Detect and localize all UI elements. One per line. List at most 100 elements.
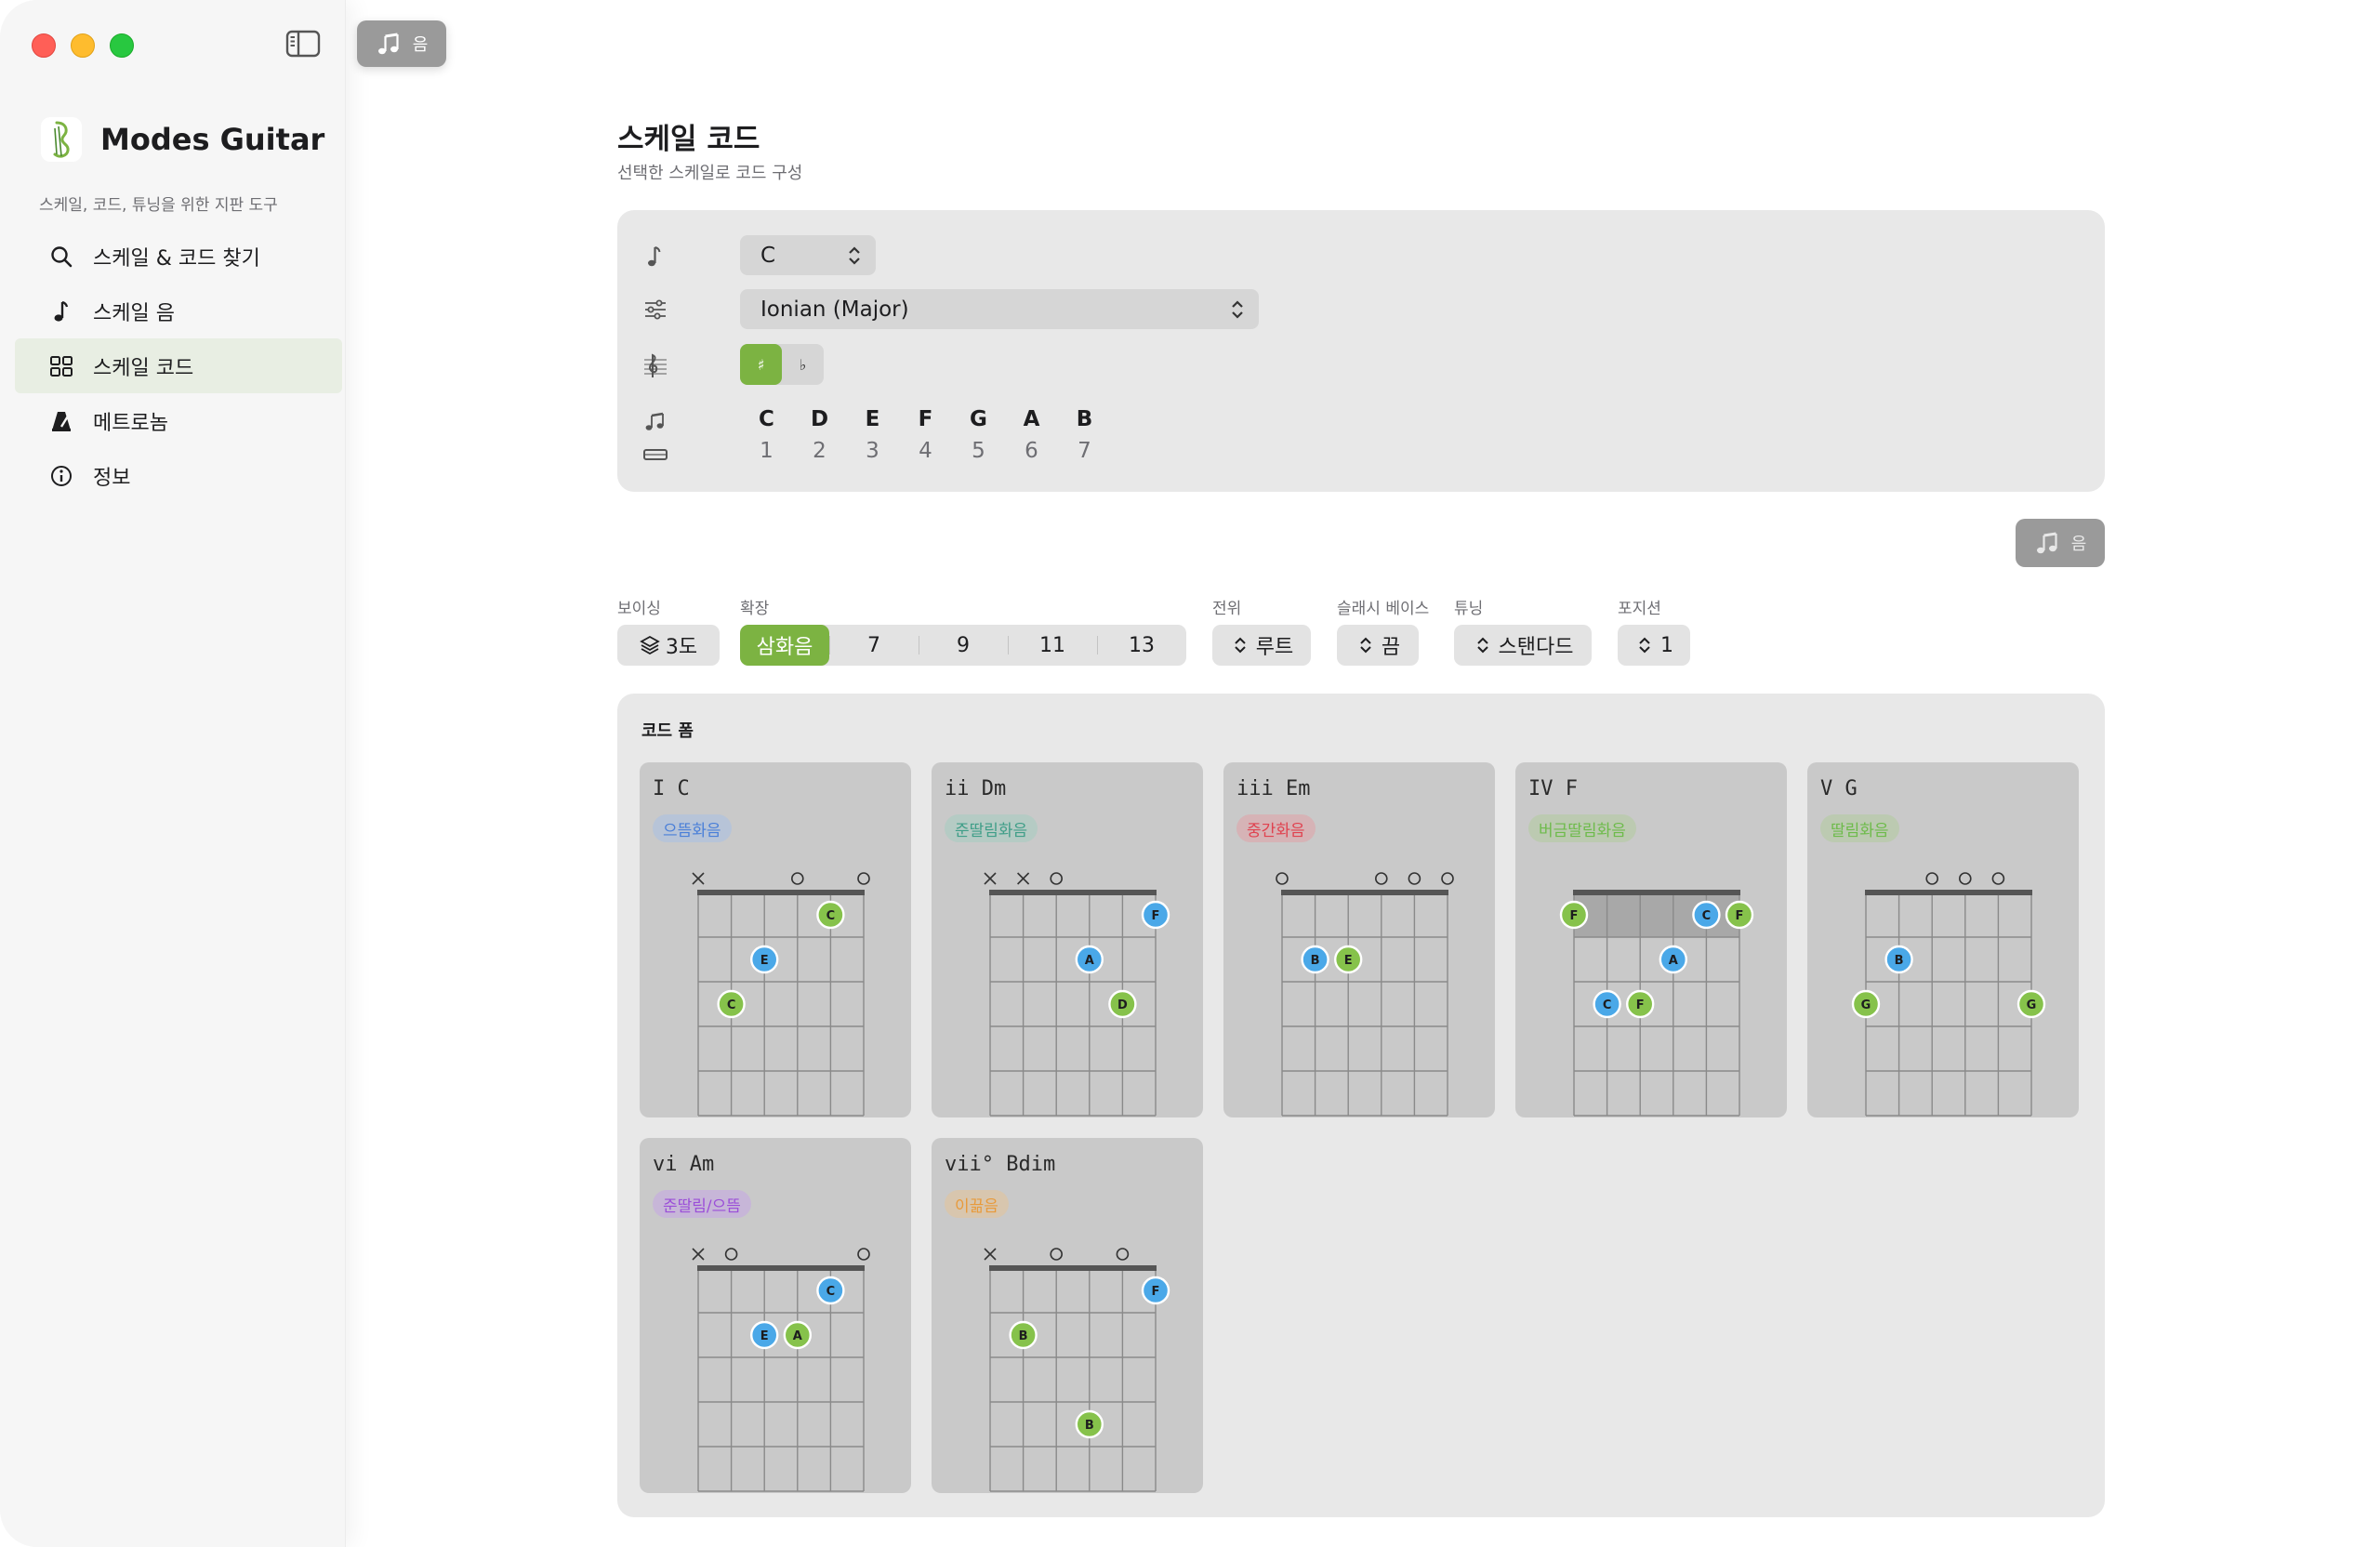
chord-finger-dot: F xyxy=(1141,1276,1170,1305)
extension-option-triad[interactable]: 삼화음 xyxy=(740,625,829,666)
nut xyxy=(1573,890,1740,895)
chord-function-badge: 중간화음 xyxy=(1236,814,1316,842)
chord-finger-dot: E xyxy=(1333,945,1363,974)
notes-toolbar-label: 음 xyxy=(412,35,429,55)
metronome-icon xyxy=(52,411,71,431)
chevron-up-down-icon xyxy=(1639,637,1650,654)
chevron-up-down-icon xyxy=(1232,300,1243,319)
open-string-marker xyxy=(1375,872,1388,885)
chord-card[interactable]: vii° Bdim 이끎음 F B B xyxy=(932,1138,1203,1493)
svg-text:C: C xyxy=(826,1285,836,1299)
sidebar-item-scale-notes[interactable]: 스케일 음 xyxy=(15,284,342,338)
chord-card[interactable]: V G 딸림화음 B G G xyxy=(1807,762,2079,1117)
svg-text:F: F xyxy=(1636,998,1645,1012)
music-note-icon xyxy=(54,300,69,322)
sidebar-item-label: 정보 xyxy=(93,466,131,490)
slash-bass-value: 끔 xyxy=(1381,636,1401,659)
extension-option-11[interactable]: 11 xyxy=(1008,625,1097,666)
muted-string-marker xyxy=(692,1248,705,1261)
minimize-window-button[interactable] xyxy=(71,33,95,58)
svg-text:F: F xyxy=(1152,909,1160,923)
chord-finger-dot: B xyxy=(1009,1320,1038,1350)
voicing-select[interactable]: 3도 xyxy=(617,625,720,666)
position-select[interactable]: 1 xyxy=(1618,625,1690,666)
scale-note: F4 xyxy=(918,407,933,463)
sidebar-item-info[interactable]: 정보 xyxy=(15,448,342,503)
root-note-select[interactable]: C xyxy=(740,235,876,275)
chord-diagram: C E C xyxy=(692,872,870,1117)
nut xyxy=(989,1265,1157,1271)
muted-string-marker xyxy=(984,1248,997,1261)
extension-option-9[interactable]: 9 xyxy=(919,625,1008,666)
open-string-marker xyxy=(1276,872,1289,885)
sidebar-toggle-icon[interactable] xyxy=(284,28,322,60)
chord-card[interactable]: IV F 버금딸림화음 F C F A C F xyxy=(1515,762,1787,1117)
chord-name: ii Dm xyxy=(945,777,1007,800)
page-subtitle: 선택한 스케일로 코드 구성 xyxy=(617,164,803,183)
mode-select[interactable]: Ionian (Major) xyxy=(740,289,1259,329)
app-tagline: 스케일, 코드, 튜닝을 위한 지판 도구 xyxy=(39,196,278,215)
open-string-marker xyxy=(857,1248,870,1261)
chord-finger-dot: B xyxy=(1075,1409,1104,1439)
inversion-select[interactable]: 루트 xyxy=(1212,625,1311,666)
open-string-marker xyxy=(1991,872,2005,885)
open-string-marker xyxy=(1116,1248,1130,1261)
sharp-toggle[interactable]: ♯ xyxy=(740,344,782,385)
chord-finger-dot: C xyxy=(1692,900,1721,930)
voicing-value: 3도 xyxy=(665,636,698,659)
notes-toolbar-button[interactable]: 음 xyxy=(357,20,446,67)
svg-text:C: C xyxy=(1702,909,1712,923)
root-note-value: C xyxy=(760,243,776,268)
extension-label: 확장 xyxy=(740,600,770,618)
position-label: 포지션 xyxy=(1618,600,1661,618)
extension-option-13[interactable]: 13 xyxy=(1097,625,1186,666)
chord-finger-dot: B xyxy=(1884,945,1913,974)
sliders-icon xyxy=(645,299,666,320)
muted-string-marker xyxy=(692,872,705,885)
ruler-icon xyxy=(643,449,668,460)
svg-text:C: C xyxy=(727,998,736,1012)
extension-segmented-control: 삼화음 7 9 11 13 xyxy=(740,625,1186,666)
chord-card[interactable]: ii Dm 준딸림화음 F A D xyxy=(932,762,1203,1117)
slash-bass-select[interactable]: 끔 xyxy=(1337,625,1419,666)
info-icon xyxy=(51,465,72,486)
extension-option-7[interactable]: 7 xyxy=(829,625,919,666)
scale-note: G5 xyxy=(970,407,987,463)
chord-finger-dot: C xyxy=(816,900,845,930)
sidebar-item-scale-chords[interactable]: 스케일 코드 xyxy=(15,338,342,393)
chevron-up-down-icon xyxy=(1476,637,1488,654)
chord-card[interactable]: I C 으뜸화음 C E C xyxy=(640,762,911,1117)
sidebar-item-label: 스케일 코드 xyxy=(93,356,194,380)
accidental-segmented-control: ♯ ♭ xyxy=(740,344,824,385)
chord-function-badge: 버금딸림화음 xyxy=(1528,814,1636,842)
chord-function-badge: 준딸림화음 xyxy=(945,814,1038,842)
scale-note: A6 xyxy=(1023,407,1040,463)
guitar-logo-icon xyxy=(41,117,82,162)
nut xyxy=(989,890,1157,895)
close-window-button[interactable] xyxy=(32,33,56,58)
flat-toggle[interactable]: ♭ xyxy=(782,344,824,385)
chord-card[interactable]: vi Am 준딸림/으뜸 C E A xyxy=(640,1138,911,1493)
chevron-up-down-icon xyxy=(849,246,860,265)
inversion-value: 루트 xyxy=(1255,636,1294,659)
muted-string-marker xyxy=(1017,872,1030,885)
sidebar-item-scale-chord-finder[interactable]: 스케일 & 코드 찾기 xyxy=(15,229,342,284)
music-notes-icon xyxy=(377,33,399,55)
treble-clef-icon xyxy=(644,353,667,377)
chord-finger-dot: F xyxy=(1559,900,1589,930)
open-string-marker xyxy=(1441,872,1454,885)
nut xyxy=(697,890,865,895)
chord-finger-dot: G xyxy=(1851,989,1881,1019)
chord-card[interactable]: iii Em 중간화음 B E xyxy=(1223,762,1495,1117)
search-icon xyxy=(51,245,73,267)
chord-finger-dot: A xyxy=(783,1320,813,1350)
page-title: 스케일 코드 xyxy=(617,123,760,156)
svg-text:A: A xyxy=(793,1329,802,1343)
tuning-select[interactable]: 스탠다드 xyxy=(1454,625,1592,666)
svg-text:A: A xyxy=(1669,954,1678,968)
chord-name: iii Em xyxy=(1236,777,1311,800)
sidebar-item-metronome[interactable]: 메트로놈 xyxy=(15,393,342,448)
zoom-window-button[interactable] xyxy=(110,33,134,58)
chord-name: IV F xyxy=(1528,777,1578,800)
play-notes-button[interactable]: 음 xyxy=(2016,519,2105,567)
